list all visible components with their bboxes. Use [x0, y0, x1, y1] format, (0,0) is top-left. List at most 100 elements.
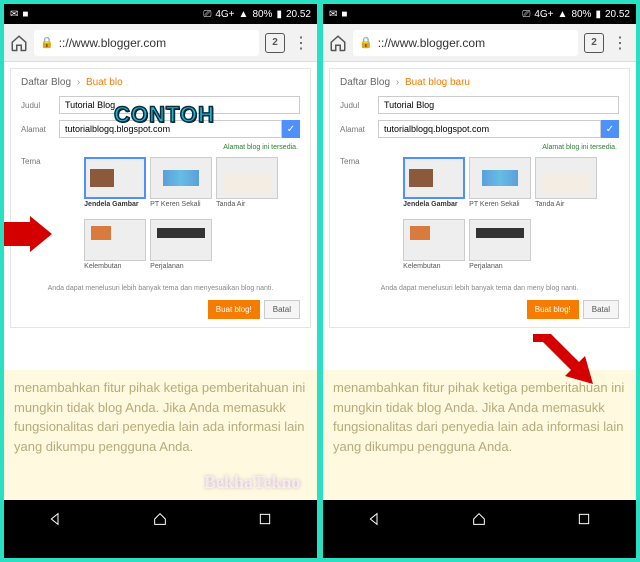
home-button[interactable] [152, 511, 168, 527]
theme-thumbnail [216, 157, 278, 199]
home-icon[interactable] [10, 34, 28, 52]
signal-icon: ▲ [239, 9, 249, 20]
mail-icon: ✉ [329, 9, 337, 20]
theme-grid: Jendela Gambar PT Keren Sekali Tanda Air Ke… [84, 157, 300, 277]
theme-thumbnail [535, 157, 597, 199]
title-input[interactable] [378, 96, 619, 114]
menu-icon[interactable]: ⋮ [291, 33, 311, 53]
address-available-text: Alamat blog ini tersedia. [21, 144, 300, 151]
theme-option[interactable]: Kelembutan [403, 219, 465, 277]
status-bar: ✉ ■ ⎚ 4G+ ▲ 80% ▮ 20.52 [323, 4, 636, 24]
address-input[interactable] [378, 120, 601, 138]
battery-pct: 80% [571, 9, 591, 20]
browser-toolbar: 🔒 :://www.blogger.com 2 ⋮ [4, 24, 317, 62]
browser-toolbar: 🔒 :://www.blogger.com 2 ⋮ [323, 24, 636, 62]
page-content: Daftar Blog › Buat blog baru Judul Alama… [323, 62, 636, 500]
theme-option[interactable]: PT Keren Sekali [469, 157, 531, 215]
theme-note: Anda dapat menelusuri lebih banyak tema … [21, 285, 300, 292]
cast-icon: ⎚ [522, 9, 530, 20]
phone-left: ✉ ■ ⎚ 4G+ ▲ 80% ▮ 20.52 🔒 :://www.blogge… [4, 4, 317, 558]
clock: 20.52 [605, 9, 630, 20]
theme-option[interactable]: Tanda Air [535, 157, 597, 215]
create-blog-button[interactable]: Buat blog! [208, 300, 260, 319]
battery-icon: ▮ [595, 9, 601, 20]
signal-icon: ▲ [558, 9, 568, 20]
battery-pct: 80% [252, 9, 272, 20]
battery-icon: ▮ [276, 9, 282, 20]
theme-thumbnail [469, 219, 531, 261]
menu-icon[interactable]: ⋮ [610, 33, 630, 53]
theme-option[interactable]: Perjalanan [150, 219, 212, 277]
create-blog-button[interactable]: Buat blog! [527, 300, 579, 319]
theme-name: PT Keren Sekali [150, 201, 212, 215]
annotation-contoh: CONTOH [114, 102, 215, 128]
lock-icon: 🔒 [40, 36, 54, 49]
theme-thumbnail [150, 157, 212, 199]
theme-thumbnail [150, 219, 212, 261]
theme-name: PT Keren Sekali [469, 201, 531, 215]
theme-grid: Jendela Gambar PT Keren Sekali Tanda Air Ke… [403, 157, 619, 277]
theme-note: Anda dapat menelusuri lebih banyak tema … [340, 285, 619, 292]
address-check-icon: ✓ [601, 120, 619, 138]
theme-thumbnail [84, 157, 146, 199]
theme-thumbnail [403, 219, 465, 261]
lock-icon: 🔒 [359, 36, 373, 49]
breadcrumb: Daftar Blog › Buat blog baru [340, 77, 619, 88]
theme-name: Jendela Gambar [403, 201, 465, 215]
clock: 20.52 [286, 9, 311, 20]
theme-name: Tanda Air [216, 201, 278, 215]
annotation-arrow-left [4, 216, 52, 252]
recent-button[interactable] [257, 511, 273, 527]
breadcrumb: Daftar Blog › Buat blo [21, 77, 300, 88]
url-bar[interactable]: 🔒 :://www.blogger.com [34, 30, 259, 56]
title-label: Judul [340, 101, 378, 110]
net-label: 4G+ [534, 9, 553, 20]
address-label: Alamat [340, 125, 378, 134]
theme-option[interactable]: PT Keren Sekali [150, 157, 212, 215]
cancel-button[interactable]: Batal [264, 300, 300, 319]
theme-name: Kelembutan [84, 263, 146, 277]
net-label: 4G+ [215, 9, 234, 20]
background-article-text: menambahkan fitur pihak ketiga pemberita… [323, 370, 636, 500]
tab-switcher[interactable]: 2 [584, 33, 604, 53]
android-navbar [323, 500, 636, 538]
url-text: :://www.blogger.com [59, 36, 166, 50]
status-bar: ✉ ■ ⎚ 4G+ ▲ 80% ▮ 20.52 [4, 4, 317, 24]
video-icon: ■ [341, 9, 347, 20]
theme-name: Kelembutan [403, 263, 465, 277]
address-label: Alamat [21, 125, 59, 134]
title-label: Judul [21, 101, 59, 110]
url-text: :://www.blogger.com [378, 36, 485, 50]
theme-thumbnail [403, 157, 465, 199]
theme-thumbnail [469, 157, 531, 199]
home-button[interactable] [471, 511, 487, 527]
theme-option[interactable]: Kelembutan [84, 219, 146, 277]
cancel-button[interactable]: Batal [583, 300, 619, 319]
theme-thumbnail [84, 219, 146, 261]
phone-right: ✉ ■ ⎚ 4G+ ▲ 80% ▮ 20.52 🔒 :://www.blogge… [323, 4, 636, 558]
theme-option[interactable]: Jendela Gambar [403, 157, 465, 215]
url-bar[interactable]: 🔒 :://www.blogger.com [353, 30, 578, 56]
back-button[interactable] [48, 511, 64, 527]
watermark: BekhaTekno [204, 472, 300, 493]
theme-name: Jendela Gambar [84, 201, 146, 215]
back-button[interactable] [367, 511, 383, 527]
video-icon: ■ [22, 9, 28, 20]
home-icon[interactable] [329, 34, 347, 52]
address-available-text: Alamat blog ini tersedia. [340, 144, 619, 151]
theme-option[interactable]: Jendela Gambar [84, 157, 146, 215]
theme-label: Tema [21, 157, 46, 166]
create-blog-dialog: Daftar Blog › Buat blog baru Judul Alama… [329, 68, 630, 328]
recent-button[interactable] [576, 511, 592, 527]
theme-name: Tanda Air [535, 201, 597, 215]
theme-name: Perjalanan [150, 263, 212, 277]
theme-name: Perjalanan [469, 263, 531, 277]
theme-label: Tema [340, 157, 365, 166]
address-check-icon: ✓ [282, 120, 300, 138]
annotation-arrow-right [533, 334, 593, 384]
theme-option[interactable]: Tanda Air [216, 157, 278, 215]
theme-option[interactable]: Perjalanan [469, 219, 531, 277]
mail-icon: ✉ [10, 9, 18, 20]
cast-icon: ⎚ [203, 9, 211, 20]
tab-switcher[interactable]: 2 [265, 33, 285, 53]
